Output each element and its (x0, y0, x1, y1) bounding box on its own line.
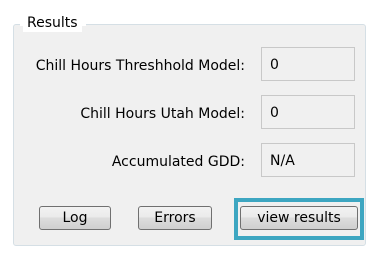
results-group-title: Results (23, 14, 82, 32)
log-button[interactable]: Log (39, 206, 111, 230)
chill-hours-threshhold-label: Chill Hours Threshhold Model: (35, 58, 245, 74)
accumulated-gdd-field: N/A (261, 143, 355, 177)
view-results-button[interactable]: view results (240, 206, 358, 230)
chill-hours-utah-label: Chill Hours Utah Model: (80, 106, 245, 122)
accumulated-gdd-label: Accumulated GDD: (111, 154, 245, 170)
chill-hours-utah-field: 0 (261, 95, 355, 129)
errors-button[interactable]: Errors (138, 206, 212, 230)
chill-hours-threshhold-field: 0 (261, 47, 355, 81)
